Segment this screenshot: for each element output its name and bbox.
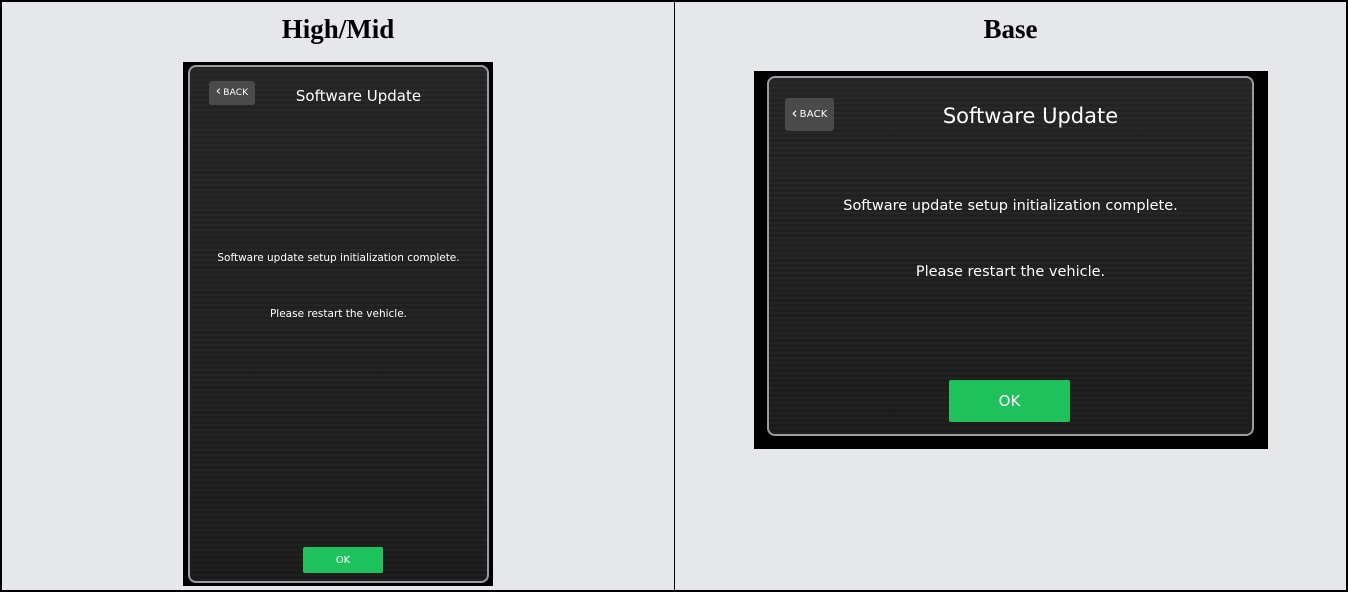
screen-panel: ‹ BACK Software Update Software update s… [767,76,1254,436]
chevron-left-icon: ‹ [215,83,222,100]
column-heading-high-mid: High/Mid [281,14,395,44]
message-line-2: Please restart the vehicle. [915,264,1106,280]
comparison-table: High/Mid Base ‹ BACK Software Update Sof… [0,0,1348,592]
chevron-left-icon: ‹ [791,104,798,122]
screen-panel: ‹ BACK Software Update Software update s… [188,65,489,583]
ok-button[interactable]: OK [949,380,1070,422]
screen-title: Software Update [942,104,1119,128]
high-mid-screen: ‹ BACK Software Update Software update s… [183,62,493,586]
message-line-2: Please restart the vehicle. [269,308,408,320]
base-screen: ‹ BACK Software Update Software update s… [754,71,1268,449]
ok-button[interactable]: OK [303,547,383,573]
message-line-1: Software update setup initialization com… [843,198,1178,214]
screen-title: Software Update [295,87,422,105]
message-line-1: Software update setup initialization com… [217,252,460,264]
column-heading-base: Base [983,14,1038,44]
back-button-label: BACK [223,88,249,98]
back-button[interactable]: ‹ BACK [209,81,255,105]
